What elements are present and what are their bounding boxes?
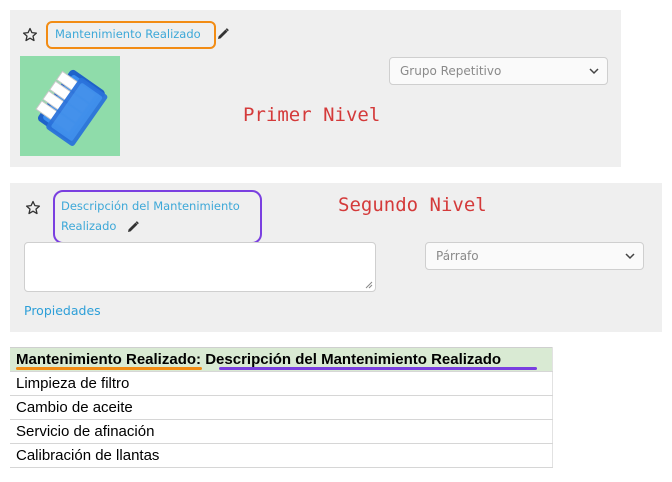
paragraph-textarea[interactable]	[24, 242, 376, 292]
table-row: Limpieza de filtro	[10, 371, 553, 396]
chevron-down-icon	[625, 252, 635, 260]
header-underline-level1	[16, 367, 202, 370]
field-title-level1[interactable]: Mantenimiento Realizado	[55, 24, 201, 44]
table-cell: Servicio de afinación	[10, 419, 553, 444]
field-type-select-level1[interactable]: Grupo Repetitivo	[389, 57, 608, 85]
field-title-text: Mantenimiento Realizado	[55, 27, 201, 41]
table-row: Cambio de aceite	[10, 395, 553, 420]
properties-link[interactable]: Propiedades	[24, 303, 101, 318]
field-title-line2: Realizado	[61, 219, 117, 233]
result-table: Mantenimiento Realizado: Descripción del…	[10, 347, 553, 468]
header-underline-level2	[219, 367, 537, 370]
annotation-primer-nivel: Primer Nivel	[243, 104, 381, 126]
field-panel-level1: Mantenimiento Realizado Grupo Repetitivo	[10, 10, 621, 167]
annotation-segundo-nivel: Segundo Nivel	[338, 194, 487, 216]
header-part-level1: Mantenimiento Realizado:	[16, 351, 202, 368]
folder-files-icon	[20, 56, 120, 156]
star-icon[interactable]	[25, 200, 41, 216]
pencil-icon[interactable]	[216, 27, 230, 41]
header-part-level2: Descripción del Mantenimiento Realizado	[205, 351, 502, 368]
field-title-line1: Descripción del Mantenimiento	[61, 199, 240, 213]
select-value: Grupo Repetitivo	[400, 64, 502, 78]
field-title-level2[interactable]: Descripción del Mantenimiento	[61, 196, 240, 216]
resize-handle-icon[interactable]	[365, 281, 373, 289]
field-panel-level2: Descripción del Mantenimiento Realizado …	[10, 183, 662, 332]
select-value: Párrafo	[436, 249, 479, 263]
star-icon[interactable]	[22, 27, 38, 43]
table-row: Servicio de afinación	[10, 419, 553, 444]
table-cell: Calibración de llantas	[10, 443, 553, 468]
table-row: Calibración de llantas	[10, 443, 553, 468]
field-type-select-level2[interactable]: Párrafo	[425, 242, 644, 270]
pencil-icon[interactable]	[126, 220, 140, 234]
table-cell: Cambio de aceite	[10, 395, 553, 420]
field-title-level2-line2[interactable]: Realizado	[61, 216, 140, 236]
table-cell: Limpieza de filtro	[10, 371, 553, 396]
chevron-down-icon	[589, 67, 599, 75]
